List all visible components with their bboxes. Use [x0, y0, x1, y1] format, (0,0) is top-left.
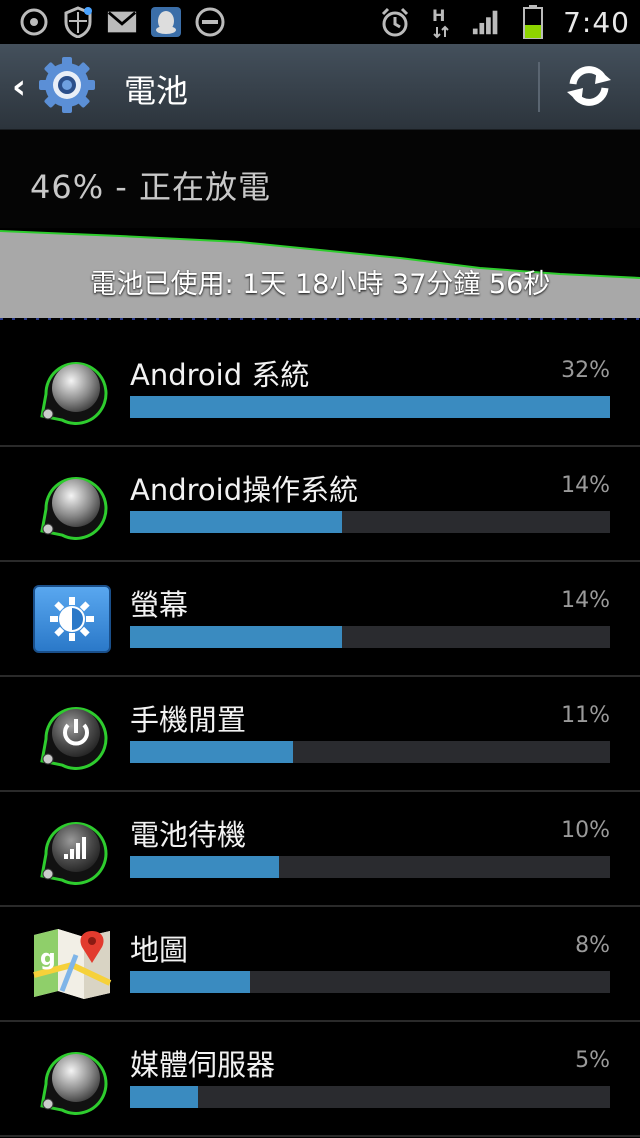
maps-icon: g — [32, 925, 112, 1005]
list-item[interactable]: 手機閒置 11% — [0, 677, 640, 792]
settings-gear-icon — [38, 56, 96, 118]
usage-bar — [130, 511, 610, 533]
gmail-icon — [106, 6, 138, 38]
item-name: Android 系統 — [130, 358, 310, 392]
usage-bar — [130, 1086, 610, 1108]
list-item[interactable]: g 地圖 8% — [0, 907, 640, 1022]
shield-icon — [62, 6, 94, 38]
clock: 7:40 — [563, 5, 630, 39]
svg-text:H: H — [432, 6, 445, 25]
item-percent: 11% — [561, 703, 610, 728]
list-item[interactable]: Android操作系統 14% — [0, 447, 640, 562]
battery-status: 46% - 正在放電 — [30, 168, 272, 206]
system-icons: H 7:40 — [379, 4, 630, 40]
media-server-icon — [32, 1040, 112, 1120]
battery-summary: 46% - 正在放電 — [0, 130, 640, 230]
page-title: 電池 — [124, 72, 189, 110]
android-os-icon — [32, 465, 112, 545]
item-percent: 14% — [561, 473, 610, 498]
item-percent: 10% — [561, 818, 610, 843]
sync-icon — [18, 6, 50, 38]
battery-history-graph[interactable]: 電池已使用: 1天 18小時 37分鐘 56秒 — [0, 228, 640, 320]
item-percent: 32% — [561, 358, 610, 383]
item-name: 媒體伺服器 — [130, 1048, 276, 1082]
item-name: 電池待機 — [130, 818, 247, 852]
usage-bar-fill — [130, 511, 343, 533]
usage-bar — [130, 856, 610, 878]
back-button[interactable]: ‹ — [8, 56, 108, 118]
list-item[interactable]: 媒體伺服器 5% — [0, 1022, 640, 1137]
status-bar: H 7:40 — [0, 0, 640, 44]
item-percent: 14% — [561, 588, 610, 613]
list-item[interactable]: 電池待機 10% — [0, 792, 640, 907]
refresh-icon — [563, 62, 615, 114]
cell-standby-signal-icon — [32, 810, 112, 890]
chevron-left-icon: ‹ — [12, 67, 27, 107]
usage-bar-fill — [130, 971, 250, 993]
list-item[interactable]: 螢幕 14% — [0, 562, 640, 677]
usage-list: Android 系統 32% Android操作系統 14% 螢幕 14% 手機… — [0, 332, 640, 1137]
usage-bar — [130, 741, 610, 763]
item-percent: 5% — [575, 1048, 610, 1073]
item-name: 地圖 — [130, 933, 189, 967]
item-name: 螢幕 — [130, 588, 189, 622]
signal-icon — [471, 6, 503, 38]
qq-icon — [150, 6, 182, 38]
usage-bar-fill — [130, 741, 293, 763]
action-bar: ‹ 電池 — [0, 44, 640, 130]
usage-bar-fill — [130, 1086, 199, 1108]
item-name: Android操作系統 — [130, 473, 359, 507]
alarm-icon — [379, 6, 411, 38]
notification-icons — [18, 4, 226, 40]
refresh-button[interactable] — [556, 60, 622, 116]
do-not-disturb-icon — [194, 6, 226, 38]
screen-brightness-icon — [32, 580, 112, 660]
list-item[interactable]: Android 系統 32% — [0, 332, 640, 447]
usage-bar — [130, 971, 610, 993]
usage-bar-fill — [130, 396, 610, 418]
phone-idle-power-icon — [32, 695, 112, 775]
svg-text:g: g — [40, 946, 56, 971]
usage-bar — [130, 626, 610, 648]
action-divider — [538, 62, 540, 112]
item-percent: 8% — [575, 933, 610, 958]
battery-icon — [517, 5, 549, 39]
usage-bar-fill — [130, 626, 343, 648]
android-system-icon — [32, 350, 112, 430]
h-network-icon: H — [425, 6, 457, 39]
item-name: 手機閒置 — [130, 703, 247, 737]
battery-usage-time: 電池已使用: 1天 18小時 37分鐘 56秒 — [89, 269, 551, 300]
usage-bar — [130, 396, 610, 418]
usage-bar-fill — [130, 856, 279, 878]
